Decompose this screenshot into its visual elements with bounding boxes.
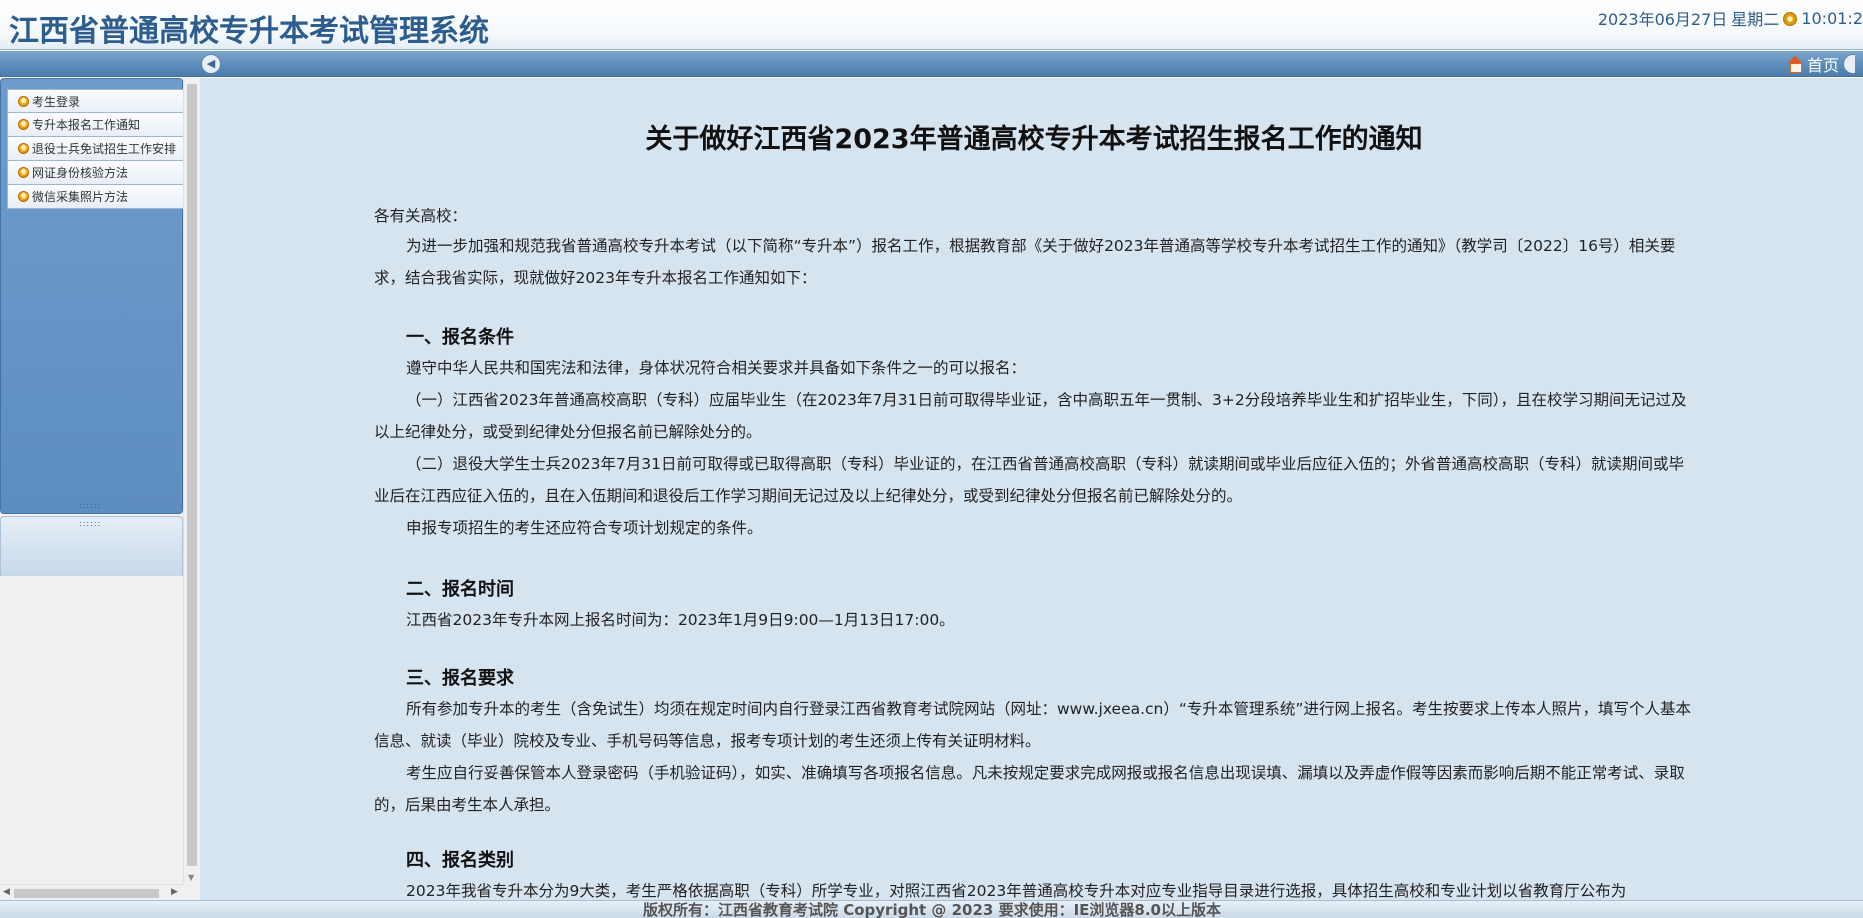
time-text: 10:01:2 [1801, 8, 1863, 28]
bullet-icon [18, 119, 29, 130]
datetime-display: 2023年06月27日 星期二 10:01:2 [1598, 6, 1863, 30]
sidebar-item-veterans[interactable]: 退役士兵免试招生工作安排 [7, 137, 184, 161]
document-title: 关于做好江西省2023年普通高校专升本考试招生报名工作的通知 [645, 124, 1423, 155]
collapse-sidebar-button[interactable]: ◀ [201, 54, 221, 74]
copyright-text: 版权所有：江西省教育考试院 Copyright @ 2023 要求使用：IE浏览… [643, 901, 1221, 918]
date-text: 2023年06月27日 [1597, 10, 1728, 29]
home-link[interactable]: 首页 [1787, 54, 1855, 75]
paragraph: （二）退役大学生士兵2023年7月31日前可取得或已取得高职（专科）毕业证的，在… [374, 455, 1685, 505]
section-heading: 二、报名时间 [406, 579, 514, 600]
scrollbar-thumb[interactable] [14, 889, 159, 898]
expand-button[interactable] [1843, 54, 1855, 74]
intro-paragraph: 为进一步加强和规范我省普通高校专升本考试（以下简称“专升本”）报名工作，根据教育… [374, 237, 1676, 287]
bullet-icon [18, 191, 29, 202]
weekday-text: 星期二 [1731, 10, 1780, 29]
section-heading: 一、报名条件 [406, 327, 514, 348]
section-heading: 四、报名类别 [406, 850, 514, 871]
top-nav-bar: ◀ 首页 [0, 51, 1863, 77]
sidebar-item-wechat-photo[interactable]: 微信采集照片方法 [7, 185, 184, 209]
chevron-left-icon: ◀ [206, 57, 216, 70]
resize-grip-icon[interactable]: :::::: [79, 501, 101, 510]
sidebar-item-label: 考生登录 [32, 94, 81, 109]
sidebar-item-identity-verification[interactable]: 网证身份核验方法 [7, 161, 184, 185]
vertical-scrollbar[interactable]: ▼ [183, 78, 200, 884]
scroll-down-icon[interactable]: ▼ [188, 873, 194, 882]
menu-panel: 考生登录 专升本报名工作通知 退役士兵免试招生工作安排 网证身份核验方法 微信采… [0, 78, 184, 514]
sidebar-item-login[interactable]: 考生登录 [7, 89, 184, 113]
scroll-right-icon[interactable]: ▶ [171, 887, 178, 897]
secondary-panel: :::::: [0, 516, 183, 576]
paragraph: 遵守中华人民共和国宪法和法律，身体状况符合相关要求并具备如下条件之一的可以报名： [406, 359, 1027, 377]
section-heading: 三、报名要求 [406, 668, 514, 689]
bullet-icon [18, 143, 29, 154]
paragraph: 所有参加专升本的考生（含免试生）均须在规定时间内自行登录江西省教育考试院网站（网… [374, 700, 1691, 750]
paragraph: 江西省2023年专升本网上报名时间为：2023年1月9日9:00—1月13日17… [406, 611, 955, 629]
scroll-left-icon[interactable]: ◀ [3, 887, 10, 897]
paragraph: 申报专项招生的考生还应符合专项计划规定的条件。 [406, 519, 763, 537]
sidebar-item-label: 专升本报名工作通知 [32, 118, 141, 132]
bullet-icon [18, 95, 29, 107]
bullet-icon [18, 167, 29, 178]
salutation: 各有关高校： [374, 207, 468, 225]
sidebar-item-label: 退役士兵免试招生工作安排 [32, 142, 177, 156]
header: 江西省普通高校专升本考试管理系统 2023年06月27日 星期二 10:01:2 [0, 0, 1863, 50]
paragraph: 2023年我省专升本分为9大类，考生严格依据高职（专科）所学专业，对照江西省20… [406, 882, 1627, 900]
panel-grip-icon[interactable]: :::::: [79, 519, 101, 528]
menu-list: 考生登录 专升本报名工作通知 退役士兵免试招生工作安排 网证身份核验方法 微信采… [7, 89, 184, 209]
clock-icon [1783, 12, 1798, 26]
sidebar-item-label: 微信采集照片方法 [32, 190, 129, 204]
system-title: 江西省普通高校专升本考试管理系统 [9, 14, 489, 49]
sidebar-item-notice[interactable]: 专升本报名工作通知 [7, 113, 184, 137]
sidebar-item-label: 网证身份核验方法 [32, 166, 129, 180]
scrollbar-thumb[interactable] [187, 84, 197, 866]
left-sidebar: 考生登录 专升本报名工作通知 退役士兵免试招生工作安排 网证身份核验方法 微信采… [0, 78, 200, 900]
home-icon [1787, 56, 1803, 73]
footer: 版权所有：江西省教育考试院 Copyright @ 2023 要求使用：IE浏览… [0, 900, 1863, 918]
paragraph: （一）江西省2023年普通高校高职（专科）应届毕业生（在2023年7月31日前可… [374, 391, 1687, 441]
horizontal-scrollbar[interactable]: ◀ ▶ [0, 884, 183, 900]
home-label: 首页 [1806, 56, 1839, 75]
main-content: 关于做好江西省2023年普通高校专升本考试招生报名工作的通知 各有关高校： 为进… [200, 78, 1863, 900]
paragraph: 考生应自行妥善保管本人登录密码（手机验证码），如实、准确填写各项报名信息。凡未按… [374, 764, 1685, 814]
